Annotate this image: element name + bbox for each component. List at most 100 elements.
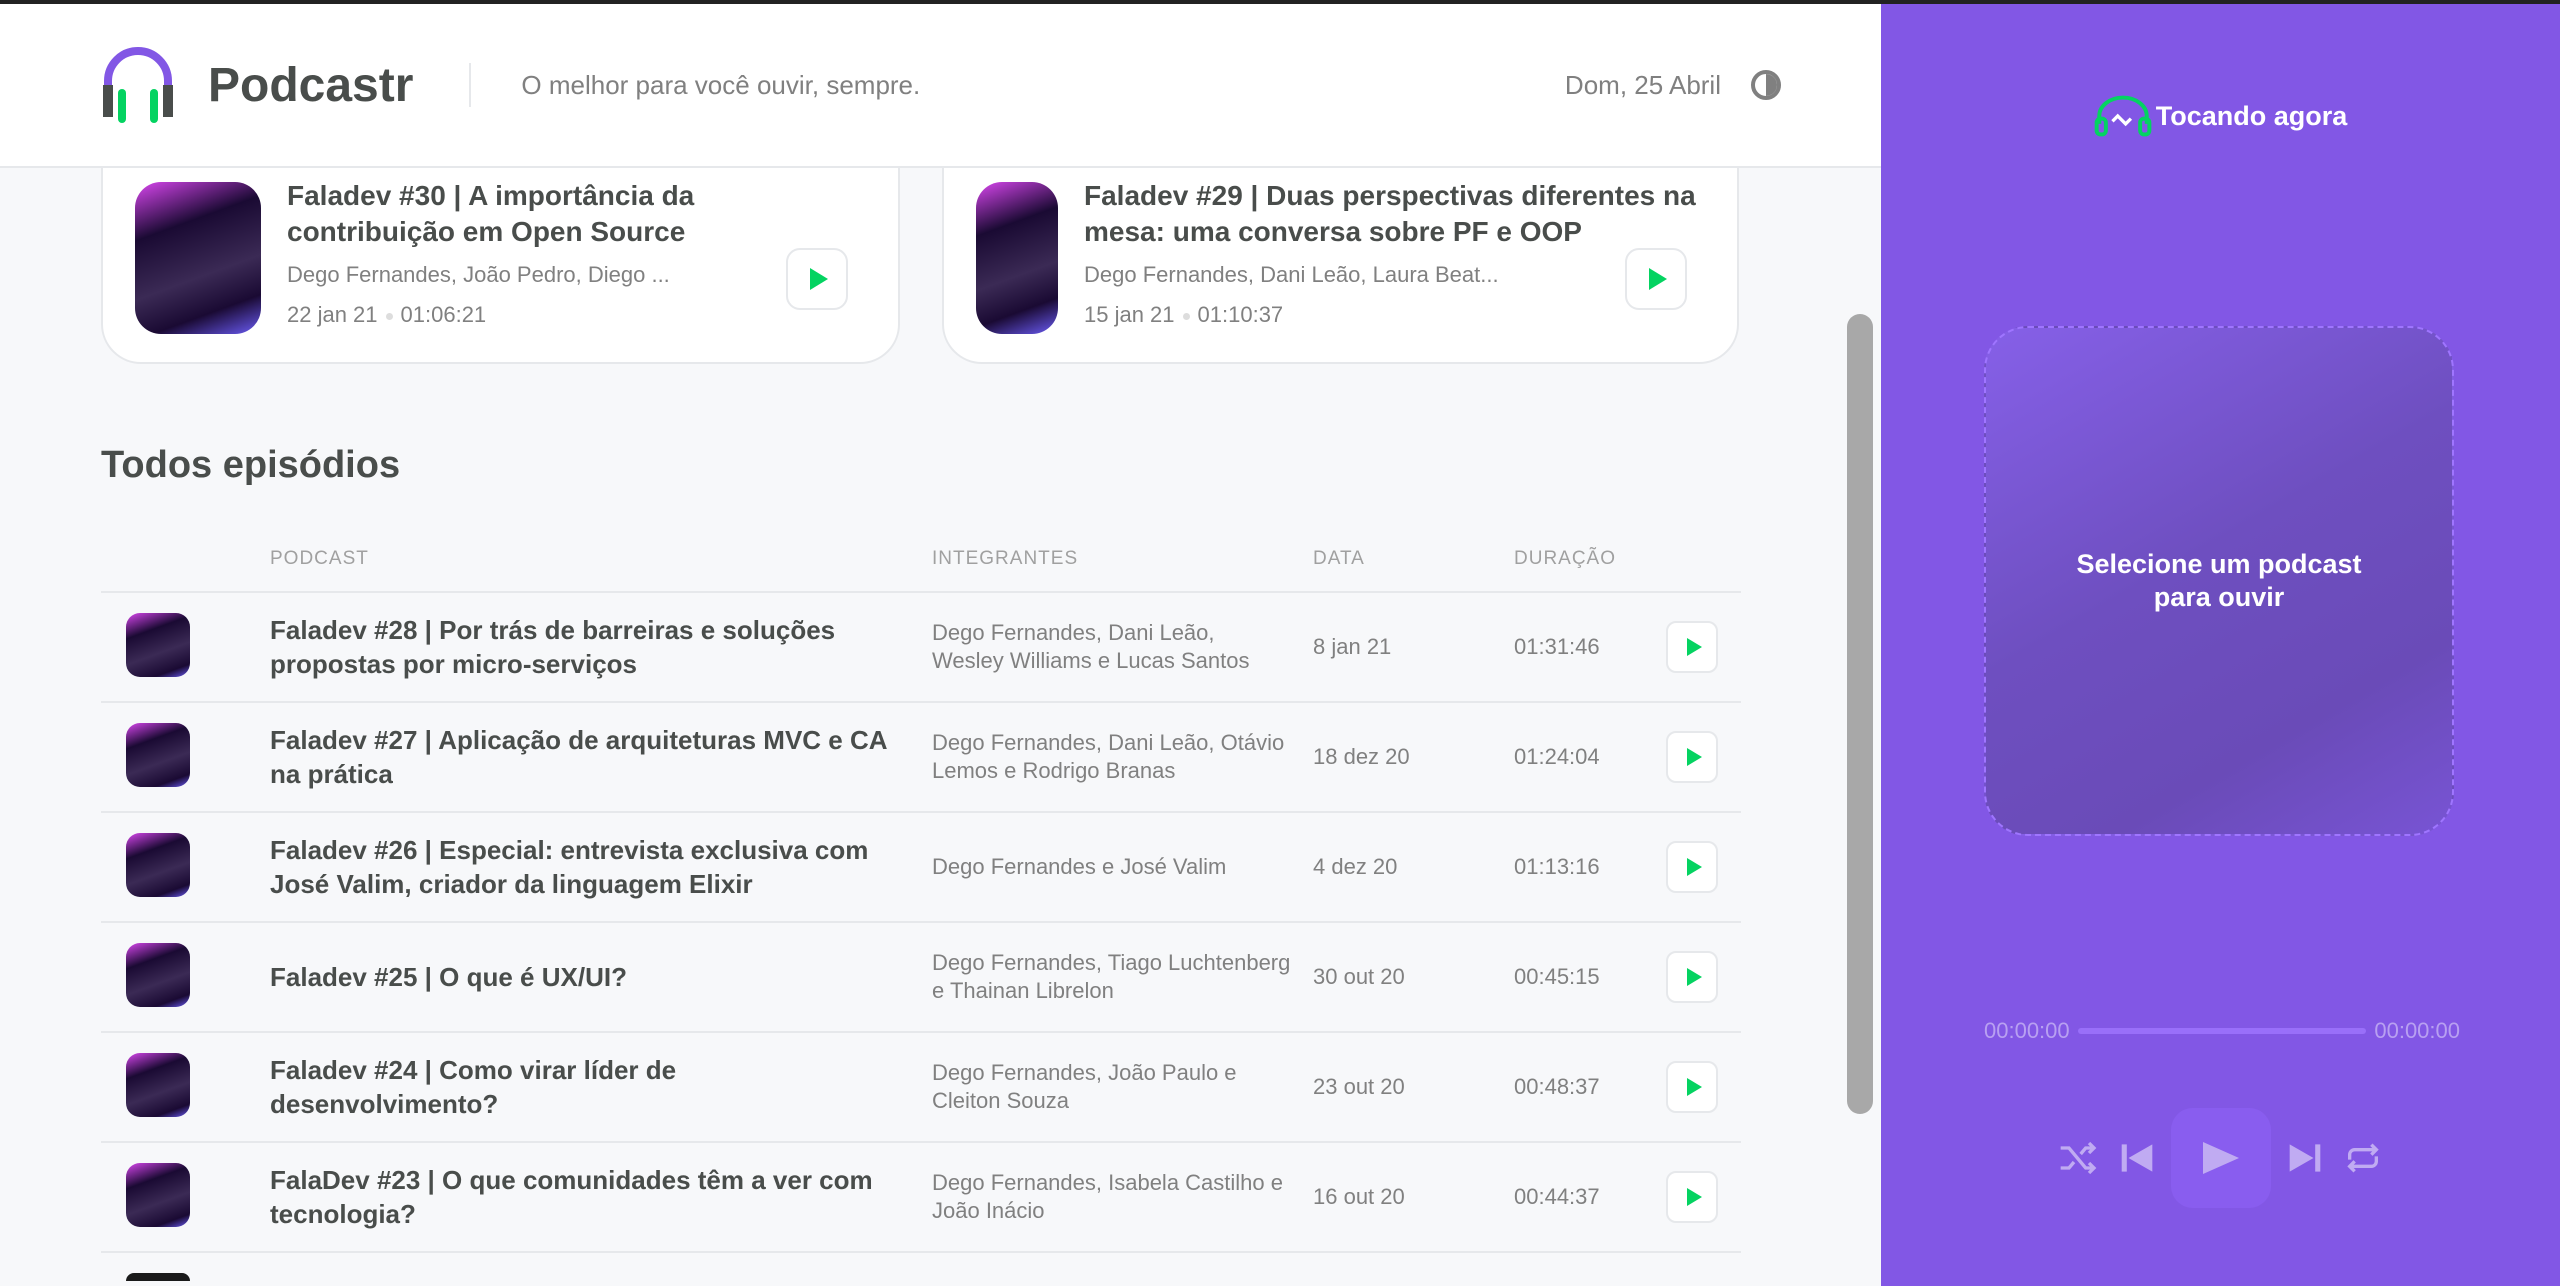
play-button[interactable] — [2170, 1108, 2271, 1208]
episode-duration: 01:10:37 — [1197, 302, 1284, 327]
headphones-logo-icon — [103, 47, 173, 123]
table-row: Faladev #26 | Especial: entrevista exclu… — [101, 811, 1741, 921]
repeat-button[interactable] — [2339, 1134, 2387, 1182]
episode-thumbnail — [126, 1273, 190, 1281]
episode-members: Dego Fernandes, Dani Leão, Wesley Willia… — [932, 620, 1250, 673]
play-icon — [1686, 748, 1702, 766]
episode-thumbnail — [126, 723, 190, 787]
episode-members: Dego Fernandes, Tiago Luchtenberg e Thai… — [932, 950, 1291, 1003]
episode-title[interactable]: Faladev #25 | O que é UX/UI? — [270, 960, 900, 994]
episode-members: Dego Fernandes e José Valim — [932, 854, 1227, 879]
play-icon — [1649, 268, 1667, 290]
player-panel: Tocando agora Selecione um podcast para … — [1881, 4, 2560, 1286]
play-icon — [810, 268, 828, 290]
contrast-icon[interactable] — [1751, 70, 1781, 100]
episode-meta: 15 jan 21 01:10:37 — [1084, 302, 1283, 328]
episodes-table: Faladev #28 | Por trás de barreiras e so… — [101, 591, 1741, 1281]
column-header-podcast: Podcast — [270, 548, 369, 569]
episode-date: 8 jan 21 — [1313, 634, 1392, 659]
play-episode-button[interactable] — [1666, 841, 1718, 893]
episode-date: 23 out 20 — [1313, 1074, 1405, 1099]
episode-duration: 01:06:21 — [400, 302, 487, 327]
progress-slider[interactable] — [2077, 1028, 2367, 1034]
play-episode-button[interactable] — [786, 248, 848, 310]
play-icon — [1686, 1078, 1702, 1096]
play-icon — [1686, 968, 1702, 986]
episode-date: 18 dez 20 — [1313, 744, 1410, 769]
episode-duration: 01:13:16 — [1514, 854, 1600, 879]
column-header-data: Data — [1313, 548, 1365, 569]
section-heading: Todos episódios — [101, 444, 401, 486]
play-icon — [1686, 858, 1702, 876]
episode-date: 4 dez 20 — [1313, 854, 1398, 879]
player-controls — [1881, 1108, 2560, 1208]
skip-next-icon — [2289, 1144, 2320, 1172]
play-icon — [1686, 638, 1702, 656]
table-row: Faladev #28 | Por trás de barreiras e so… — [101, 591, 1741, 701]
table-row: Faladev #24 | Como virar líder de desenv… — [101, 1031, 1741, 1141]
column-header-integrantes: Integrantes — [932, 548, 1079, 569]
episode-thumbnail — [126, 1053, 190, 1117]
brand-name: Podcastr — [208, 58, 414, 112]
episode-title[interactable]: Faladev #27 | Aplicação de arquiteturas … — [270, 723, 900, 791]
play-episode-button[interactable] — [1666, 951, 1718, 1003]
separator-dot — [1182, 312, 1190, 320]
play-icon — [2202, 1142, 2239, 1174]
progress-area: 00:00:00 00:00:00 — [1984, 1018, 2460, 1044]
episode-members: Dego Fernandes, Dani Leão, Otávio Lemos … — [932, 730, 1285, 783]
episode-thumbnail — [126, 613, 190, 677]
episode-title[interactable]: Faladev #26 | Especial: entrevista exclu… — [270, 833, 900, 901]
episode-duration: 00:45:15 — [1514, 964, 1600, 989]
table-row-partial — [101, 1251, 1741, 1281]
scrollbar-thumb[interactable] — [1847, 314, 1873, 1114]
main-content: Podcastr O melhor para você ouvir, sempr… — [0, 4, 1881, 1286]
episode-members: Dego Fernandes, Isabela Castilho e João … — [932, 1170, 1283, 1223]
episode-date: 15 jan 21 — [1084, 302, 1175, 327]
episode-date: 16 out 20 — [1313, 1184, 1405, 1209]
next-button[interactable] — [2281, 1134, 2329, 1182]
episode-date: 30 out 20 — [1313, 964, 1405, 989]
episode-thumbnail — [126, 943, 190, 1007]
episode-members: Dego Fernandes, João Paulo e Cleiton Sou… — [932, 1060, 1237, 1113]
table-row: FalaDev #23 | O que comunidades têm a ve… — [101, 1141, 1741, 1251]
episode-duration: 00:48:37 — [1514, 1074, 1600, 1099]
player-title: Tocando agora — [2155, 100, 2348, 131]
play-episode-button[interactable] — [1625, 248, 1687, 310]
empty-player-placeholder: Selecione um podcast para ouvir — [1984, 326, 2454, 836]
episode-duration: 00:44:37 — [1514, 1184, 1600, 1209]
tagline: O melhor para você ouvir, sempre. — [521, 69, 921, 100]
episode-title[interactable]: Faladev #28 | Por trás de barreiras e so… — [270, 613, 900, 681]
total-time: 00:00:00 — [2374, 1018, 2460, 1043]
episode-title[interactable]: Faladev #30 | A importância da contribui… — [287, 178, 727, 250]
episode-title[interactable]: Faladev #29 | Duas perspectivas diferent… — [1084, 178, 1704, 250]
episode-members: Dego Fernandes, João Pedro, Diego ... — [287, 262, 670, 287]
episode-thumbnail — [135, 182, 261, 334]
header-divider — [469, 63, 472, 107]
shuffle-icon — [2060, 1141, 2096, 1175]
current-date: Dom, 25 Abril — [1564, 69, 1721, 100]
episode-duration: 01:24:04 — [1514, 744, 1600, 769]
episode-date: 22 jan 21 — [287, 302, 378, 327]
episode-title[interactable]: Faladev #24 | Como virar líder de desenv… — [270, 1053, 900, 1121]
empty-player-text: Selecione um podcast para ouvir — [2076, 549, 2362, 612]
headphones-icon — [2094, 95, 2152, 137]
previous-button[interactable] — [2113, 1134, 2161, 1182]
player-header: Tocando agora — [1881, 94, 2560, 138]
episode-title[interactable]: FalaDev #23 | O que comunidades têm a ve… — [270, 1163, 900, 1231]
play-episode-button[interactable] — [1666, 1061, 1718, 1113]
play-episode-button[interactable] — [1666, 1171, 1718, 1223]
episode-meta: 22 jan 21 01:06:21 — [287, 302, 486, 328]
play-icon — [1686, 1188, 1702, 1206]
shuffle-button[interactable] — [2055, 1134, 2103, 1182]
repeat-icon — [2346, 1143, 2379, 1173]
column-header-duracao: Duração — [1514, 548, 1617, 569]
episode-duration: 01:31:46 — [1514, 634, 1600, 659]
skip-previous-icon — [2121, 1144, 2152, 1172]
episode-thumbnail — [976, 182, 1058, 334]
current-time: 00:00:00 — [1984, 1018, 2070, 1043]
episode-thumbnail — [126, 1163, 190, 1227]
play-episode-button[interactable] — [1666, 731, 1718, 783]
app-header: Podcastr O melhor para você ouvir, sempr… — [0, 4, 1881, 168]
episode-thumbnail — [126, 833, 190, 897]
play-episode-button[interactable] — [1666, 621, 1718, 673]
